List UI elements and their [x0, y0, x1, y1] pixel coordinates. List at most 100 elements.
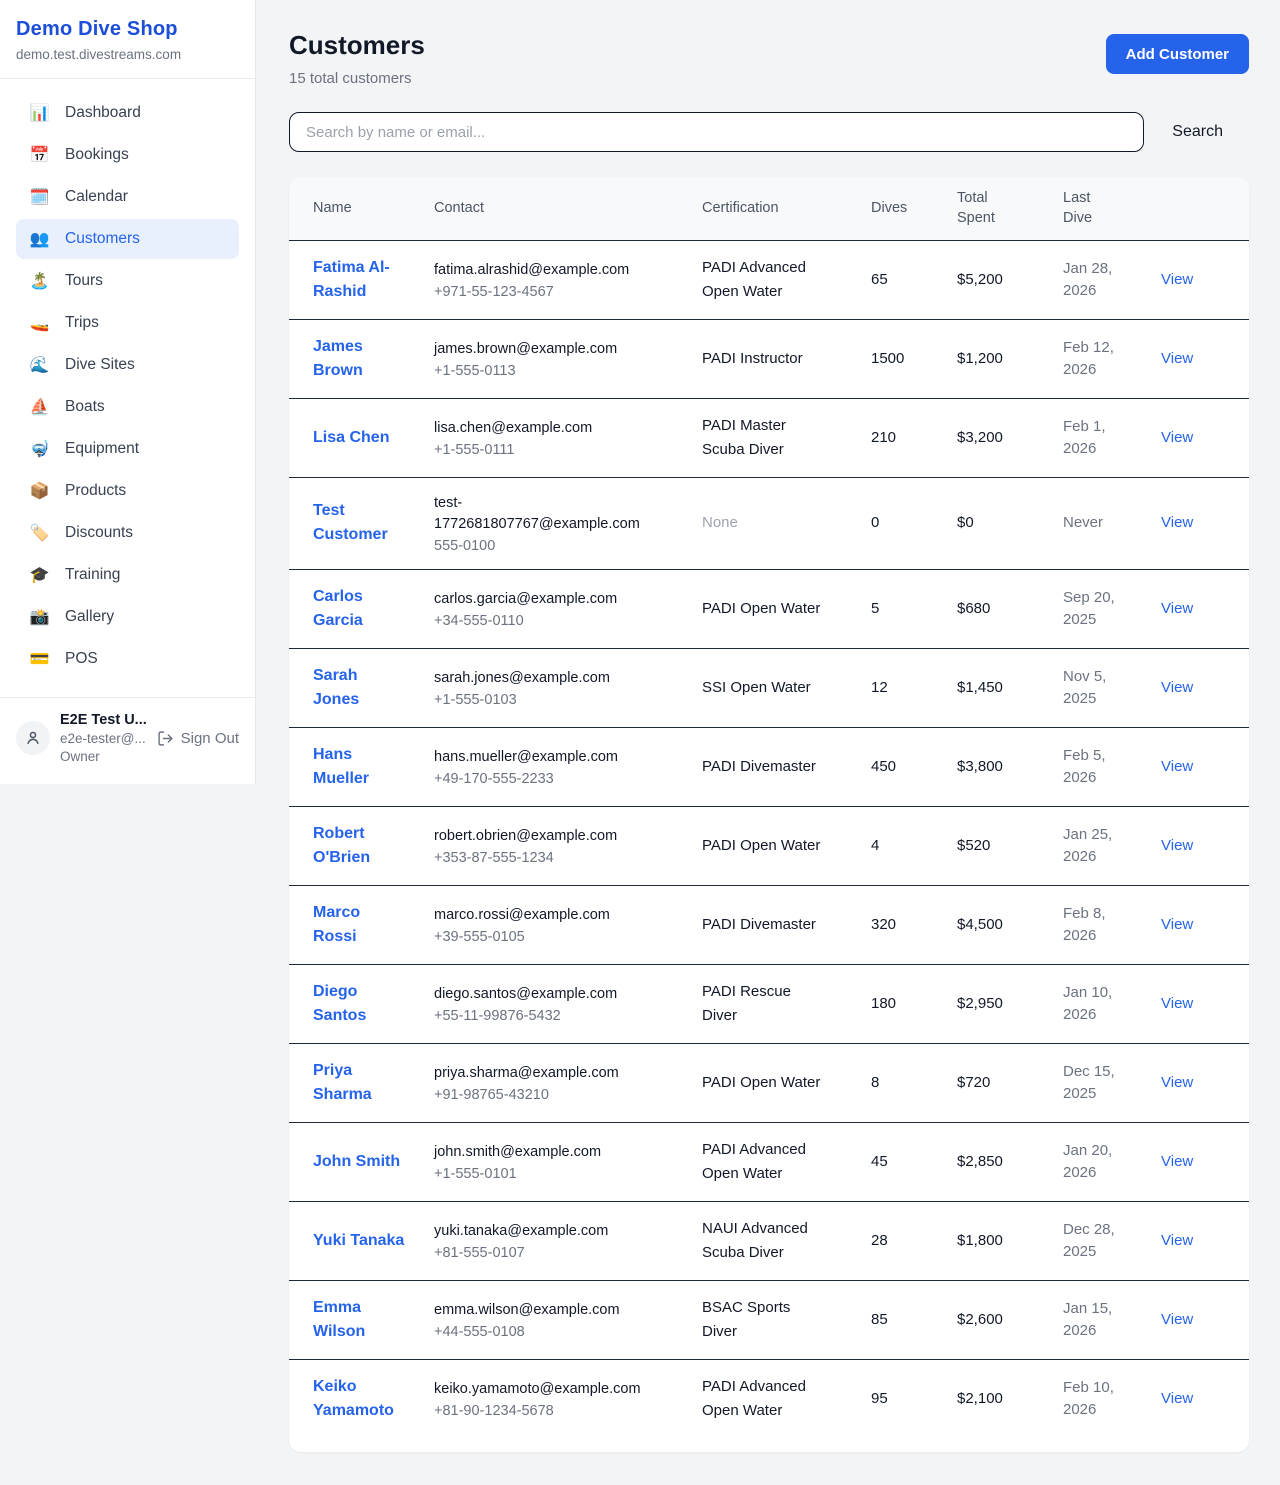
view-link[interactable]: View — [1161, 271, 1193, 288]
customer-phone: +34-555-0110 — [434, 613, 694, 629]
customer-email: carlos.garcia@example.com — [434, 589, 646, 610]
view-link[interactable]: View — [1161, 1153, 1193, 1170]
speedboat-icon: 🚤 — [29, 313, 50, 333]
customer-name-link[interactable]: Keiko Yamamoto — [313, 1375, 405, 1423]
view-link[interactable]: View — [1161, 995, 1193, 1012]
customer-certification: PADI Master Scuba Diver — [702, 414, 822, 462]
customer-name-link[interactable]: Emma Wilson — [313, 1296, 405, 1344]
customer-phone: +1-555-0103 — [434, 692, 694, 708]
sidebar-item-calendar[interactable]: 🗓️ Calendar — [16, 177, 239, 217]
customer-last-dive: Feb 10, 2026 — [1063, 1377, 1133, 1421]
table-row: Carlos Garcia carlos.garcia@example.com … — [289, 569, 1249, 648]
customer-total-spent: $1,800 — [957, 1232, 1003, 1249]
customer-total-spent: $0 — [957, 514, 974, 531]
sidebar-item-boats[interactable]: ⛵ Boats — [16, 387, 239, 427]
customer-certification: PADI Advanced Open Water — [702, 256, 822, 304]
customer-name-link[interactable]: Yuki Tanaka — [313, 1229, 404, 1253]
view-link[interactable]: View — [1161, 758, 1193, 775]
table-header-row: Name Contact Certification Dives Total S… — [289, 177, 1249, 240]
customer-email: sarah.jones@example.com — [434, 668, 646, 689]
view-link[interactable]: View — [1161, 679, 1193, 696]
customer-total-spent: $4,500 — [957, 916, 1003, 933]
sign-out-button[interactable]: Sign Out — [157, 730, 239, 747]
view-link[interactable]: View — [1161, 1232, 1193, 1249]
customer-total-spent: $680 — [957, 600, 990, 617]
customer-total-spent: $2,950 — [957, 995, 1003, 1012]
customer-dives: 1500 — [871, 350, 904, 367]
shop-subdomain: demo.test.divestreams.com — [16, 47, 237, 62]
customer-total-spent: $520 — [957, 837, 990, 854]
customer-dives: 210 — [871, 429, 896, 446]
customer-email: priya.sharma@example.com — [434, 1063, 646, 1084]
sidebar-item-products[interactable]: 📦 Products — [16, 471, 239, 511]
col-header-actions — [1161, 177, 1249, 240]
customer-name-link[interactable]: Lisa Chen — [313, 426, 389, 450]
customer-last-dive: Never — [1063, 512, 1103, 534]
view-link[interactable]: View — [1161, 916, 1193, 933]
table-row: Priya Sharma priya.sharma@example.com +9… — [289, 1043, 1249, 1122]
view-link[interactable]: View — [1161, 350, 1193, 367]
sign-out-label: Sign Out — [181, 730, 239, 747]
customer-phone: +91-98765-43210 — [434, 1087, 694, 1103]
sidebar-item-pos[interactable]: 💳 POS — [16, 639, 239, 679]
col-header-name: Name — [289, 177, 434, 240]
customer-email: marco.rossi@example.com — [434, 905, 646, 926]
sidebar-item-tours[interactable]: 🏝️ Tours — [16, 261, 239, 301]
customer-certification: PADI Instructor — [702, 347, 803, 371]
customer-email: robert.obrien@example.com — [434, 826, 646, 847]
sidebar-item-training[interactable]: 🎓 Training — [16, 555, 239, 595]
sidebar-item-dive-sites[interactable]: 🌊 Dive Sites — [16, 345, 239, 385]
user-name: E2E Test U... — [60, 712, 147, 728]
customer-certification: SSI Open Water — [702, 676, 811, 700]
customer-name-link[interactable]: Marco Rossi — [313, 901, 405, 949]
sidebar-item-bookings[interactable]: 📅 Bookings — [16, 135, 239, 175]
sidebar-item-discounts[interactable]: 🏷️ Discounts — [16, 513, 239, 553]
customer-phone: +353-87-555-1234 — [434, 850, 694, 866]
customer-dives: 4 — [871, 837, 879, 854]
customer-certification: PADI Open Water — [702, 834, 820, 858]
customer-name-link[interactable]: Hans Mueller — [313, 743, 405, 791]
customer-name-link[interactable]: Robert O'Brien — [313, 822, 405, 870]
customer-name-link[interactable]: Fatima Al-Rashid — [313, 256, 405, 304]
page-title: Customers — [289, 30, 425, 61]
main-content: Customers 15 total customers Add Custome… — [256, 0, 1280, 1452]
customer-last-dive: Dec 28, 2025 — [1063, 1219, 1133, 1263]
customer-certification: PADI Open Water — [702, 1071, 820, 1095]
shop-header: Demo Dive Shop demo.test.divestreams.com — [0, 0, 255, 79]
customer-last-dive: Feb 5, 2026 — [1063, 745, 1133, 789]
view-link[interactable]: View — [1161, 429, 1193, 446]
customer-dives: 8 — [871, 1074, 879, 1091]
view-link[interactable]: View — [1161, 514, 1193, 531]
customer-dives: 0 — [871, 514, 879, 531]
search-button[interactable]: Search — [1144, 123, 1249, 141]
customer-last-dive: Nov 5, 2025 — [1063, 666, 1133, 710]
view-link[interactable]: View — [1161, 1311, 1193, 1328]
customer-name-link[interactable]: John Smith — [313, 1150, 400, 1174]
view-link[interactable]: View — [1161, 1390, 1193, 1407]
sidebar-item-dashboard[interactable]: 📊 Dashboard — [16, 93, 239, 133]
search-input[interactable] — [289, 112, 1144, 152]
sidebar-item-equipment[interactable]: 🤿 Equipment — [16, 429, 239, 469]
customer-dives: 95 — [871, 1390, 888, 1407]
customer-name-link[interactable]: Test Customer — [313, 499, 405, 547]
sidebar-item-trips[interactable]: 🚤 Trips — [16, 303, 239, 343]
table-row: Robert O'Brien robert.obrien@example.com… — [289, 806, 1249, 885]
customer-name-link[interactable]: Priya Sharma — [313, 1059, 405, 1107]
table-row: Lisa Chen lisa.chen@example.com +1-555-0… — [289, 398, 1249, 477]
shop-title: Demo Dive Shop — [16, 18, 237, 41]
customer-dives: 320 — [871, 916, 896, 933]
customer-name-link[interactable]: Sarah Jones — [313, 664, 405, 712]
customer-last-dive: Jan 25, 2026 — [1063, 824, 1133, 868]
view-link[interactable]: View — [1161, 837, 1193, 854]
spiral-calendar-icon: 🗓️ — [29, 187, 50, 207]
view-link[interactable]: View — [1161, 1074, 1193, 1091]
add-customer-button[interactable]: Add Customer — [1106, 34, 1249, 74]
customer-total-spent: $3,800 — [957, 758, 1003, 775]
view-link[interactable]: View — [1161, 600, 1193, 617]
customer-name-link[interactable]: Carlos Garcia — [313, 585, 405, 633]
customer-name-link[interactable]: James Brown — [313, 335, 405, 383]
customer-name-link[interactable]: Diego Santos — [313, 980, 405, 1028]
table-row: Fatima Al-Rashid fatima.alrashid@example… — [289, 240, 1249, 319]
sidebar-item-gallery[interactable]: 📸 Gallery — [16, 597, 239, 637]
sidebar-item-customers[interactable]: 👥 Customers — [16, 219, 239, 259]
